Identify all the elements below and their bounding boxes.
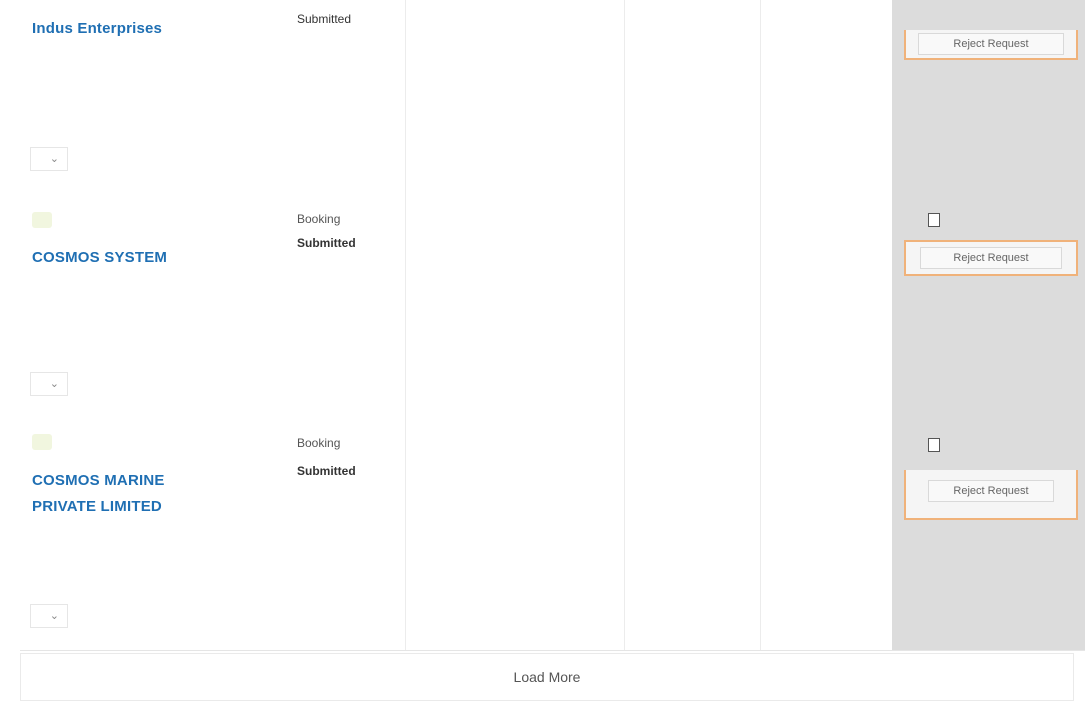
status-label: Booking bbox=[297, 436, 341, 450]
reject-request-button[interactable]: Reject Request bbox=[918, 33, 1064, 55]
status-text: Submitted bbox=[297, 236, 356, 250]
reject-request-container: Reject Request bbox=[904, 240, 1078, 276]
assign-select[interactable]: ⌄ bbox=[30, 604, 68, 628]
table-bottom-divider bbox=[20, 650, 1085, 651]
status-label: Booking bbox=[297, 212, 341, 226]
reject-request-button[interactable]: Reject Request bbox=[928, 480, 1054, 502]
actions-panel bbox=[892, 0, 1085, 650]
results-page: Indus Enterprises Submitted Reject Reque… bbox=[0, 0, 1085, 703]
company-name-link[interactable]: COSMOS MARINE PRIVATE LIMITED bbox=[32, 468, 232, 520]
table-row: Indus Enterprises Submitted bbox=[0, 0, 892, 140]
row-checkbox[interactable] bbox=[928, 438, 940, 452]
load-more-button[interactable]: Load More bbox=[20, 653, 1074, 701]
assign-select[interactable]: ⌄ bbox=[30, 372, 68, 396]
reject-request-container: Reject Request bbox=[904, 30, 1078, 60]
chevron-down-icon: ⌄ bbox=[49, 153, 59, 165]
assign-select[interactable]: ⌄ bbox=[30, 147, 68, 171]
reject-request-container: Reject Request bbox=[904, 470, 1078, 520]
row-checkbox[interactable] bbox=[928, 213, 940, 227]
status-text: Submitted bbox=[297, 12, 352, 26]
table-row: COSMOS SYSTEM Booking Submitted bbox=[0, 200, 892, 340]
company-name-link[interactable]: Indus Enterprises bbox=[32, 16, 162, 42]
category-chip bbox=[32, 212, 52, 228]
status-text: Submitted bbox=[297, 464, 356, 478]
category-chip bbox=[32, 434, 52, 450]
chevron-down-icon: ⌄ bbox=[49, 610, 59, 622]
table-row: COSMOS MARINE PRIVATE LIMITED Booking Su… bbox=[0, 428, 892, 588]
chevron-down-icon: ⌄ bbox=[49, 378, 59, 390]
reject-request-button[interactable]: Reject Request bbox=[920, 247, 1062, 269]
company-name-link[interactable]: COSMOS SYSTEM bbox=[32, 245, 167, 271]
